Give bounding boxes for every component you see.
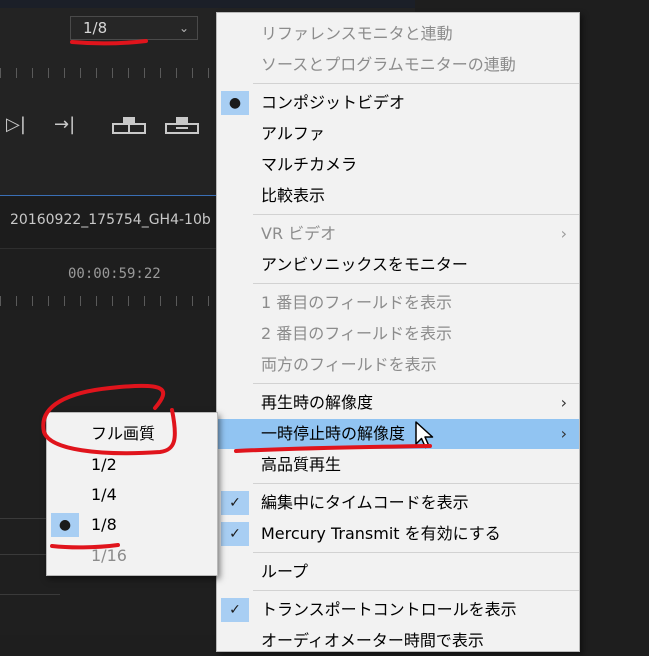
timeline-timecode: 00:00:59:22 xyxy=(68,266,161,282)
menu-item-show-first-field[interactable]: 1 番目のフィールドを表示 xyxy=(217,288,579,318)
menu-separator xyxy=(253,483,579,484)
chevron-right-icon: › xyxy=(560,424,567,443)
chevron-down-icon: ⌄ xyxy=(178,21,189,35)
menu-item-show-second-field[interactable]: 2 番目のフィールドを表示 xyxy=(217,319,579,349)
radio-selected-icon: ● xyxy=(51,513,79,537)
play-stop-icon[interactable]: ▷| xyxy=(6,114,26,135)
check-icon: ✓ xyxy=(221,491,249,515)
menu-separator xyxy=(253,552,579,553)
zoom-level-value: 1/8 xyxy=(83,19,108,37)
menu-separator xyxy=(253,383,579,384)
menu-item-vr-video[interactable]: VR ビデオ › xyxy=(217,219,579,249)
submenu-item-sixteenth[interactable]: 1/16 xyxy=(47,541,217,571)
menu-item-link-reference-monitor[interactable]: リファレンスモニタと連動 xyxy=(217,19,579,49)
check-icon: ✓ xyxy=(221,598,249,622)
menu-item-show-timecode-while-editing[interactable]: ✓ 編集中にタイムコードを表示 xyxy=(217,488,579,518)
menu-item-composite-video[interactable]: ● コンポジットビデオ xyxy=(217,88,579,118)
menu-item-show-both-fields[interactable]: 両方のフィールドを表示 xyxy=(217,350,579,380)
menu-item-paused-resolution[interactable]: 一時停止時の解像度 › xyxy=(217,419,579,449)
track-divider xyxy=(0,594,60,595)
submenu-item-eighth[interactable]: ● 1/8 xyxy=(47,510,217,540)
zoom-level-dropdown[interactable]: 1/8 ⌄ xyxy=(70,16,198,40)
menu-item-loop[interactable]: ループ xyxy=(217,557,579,587)
menu-item-enable-mercury-transmit[interactable]: ✓ Mercury Transmit を有効にする xyxy=(217,519,579,549)
sequence-name: 20160922_175754_GH4-10b xyxy=(10,212,211,228)
menu-item-link-source-program[interactable]: ソースとプログラムモニターの連動 xyxy=(217,50,579,80)
menu-item-playback-resolution[interactable]: 再生時の解像度 › xyxy=(217,388,579,418)
menu-separator xyxy=(253,214,579,215)
menu-separator xyxy=(253,590,579,591)
menu-item-multi-camera[interactable]: マルチカメラ xyxy=(217,150,579,180)
submenu-item-full[interactable]: フル画質 xyxy=(47,419,217,449)
lift-icon[interactable] xyxy=(112,114,146,139)
monitor-context-menu: リファレンスモニタと連動 ソースとプログラムモニターの連動 ● コンポジットビデ… xyxy=(216,12,580,652)
menu-item-show-transport-controls[interactable]: ✓ トランスポートコントロールを表示 xyxy=(217,595,579,625)
go-to-out-point-icon[interactable]: →| xyxy=(54,114,75,135)
menu-item-audio-meter-time[interactable]: オーディオメーター時間で表示 xyxy=(217,626,579,656)
mouse-pointer-icon xyxy=(414,420,436,454)
menu-separator xyxy=(253,83,579,84)
menu-item-comparison-view[interactable]: 比較表示 xyxy=(217,181,579,211)
menu-separator xyxy=(253,283,579,284)
paused-resolution-submenu: フル画質 1/2 1/4 ● 1/8 1/16 xyxy=(46,412,218,576)
menu-item-alpha[interactable]: アルファ xyxy=(217,119,579,149)
monitor-image-strip xyxy=(0,0,415,8)
submenu-item-quarter[interactable]: 1/4 xyxy=(47,480,217,510)
extract-icon[interactable] xyxy=(165,114,199,139)
chevron-right-icon: › xyxy=(560,224,567,243)
menu-item-high-quality-playback[interactable]: 高品質再生 xyxy=(217,450,579,480)
chevron-right-icon: › xyxy=(560,393,567,412)
submenu-item-half[interactable]: 1/2 xyxy=(47,450,217,480)
check-icon: ✓ xyxy=(221,522,249,546)
radio-selected-icon: ● xyxy=(221,91,249,115)
menu-item-monitor-ambisonics[interactable]: アンビソニックスをモニター xyxy=(217,250,579,280)
